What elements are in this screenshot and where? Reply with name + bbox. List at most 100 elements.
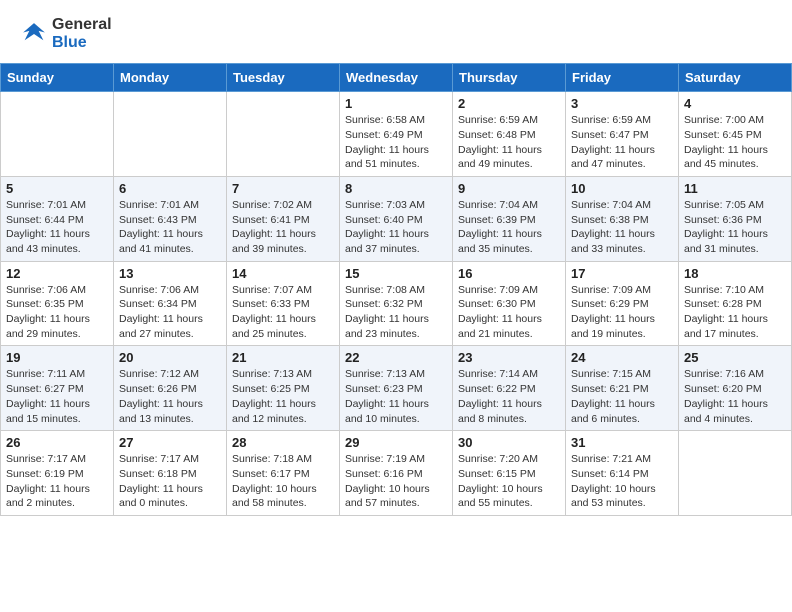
calendar-cell: 3 Sunrise: 6:59 AMSunset: 6:47 PMDaylight… <box>566 92 679 177</box>
logo-icon <box>20 20 48 48</box>
day-number: 12 <box>6 266 108 281</box>
header-tuesday: Tuesday <box>227 64 340 92</box>
day-info: Sunrise: 7:06 AMSunset: 6:34 PMDaylight:… <box>119 283 221 342</box>
day-info: Sunrise: 7:06 AMSunset: 6:35 PMDaylight:… <box>6 283 108 342</box>
calendar-cell: 20Sunrise: 7:12 AMSunset: 6:26 PMDayligh… <box>114 346 227 431</box>
calendar-cell: 22 Sunrise: 7:13 AMSunset: 6:23 PMDayligh… <box>340 346 453 431</box>
day-number: 29 <box>345 435 447 450</box>
day-info: Sunrise: 7:11 AMSunset: 6:27 PMDaylight:… <box>6 367 108 426</box>
day-info: Sunrise: 7:18 AMSunset: 6:17 PMDaylight:… <box>232 452 334 511</box>
calendar-cell: 1 Sunrise: 6:58 AMSunset: 6:49 PMDaylight… <box>340 92 453 177</box>
day-info: Sunrise: 7:05 AMSunset: 6:36 PMDaylight:… <box>684 198 786 257</box>
calendar-cell: 14Sunrise: 7:07 AMSunset: 6:33 PMDayligh… <box>227 261 340 346</box>
header-sunday: Sunday <box>1 64 114 92</box>
day-info: Sunrise: 7:13 AMSunset: 6:25 PMDaylight:… <box>232 367 334 426</box>
day-number: 24 <box>571 350 673 365</box>
day-info: Sunrise: 7:20 AMSunset: 6:15 PMDaylight:… <box>458 452 560 511</box>
day-info: Sunrise: 6:59 AMSunset: 6:47 PMDaylight:… <box>571 113 673 172</box>
day-number: 9 <box>458 181 560 196</box>
calendar-cell: 8 Sunrise: 7:03 AMSunset: 6:40 PMDaylight… <box>340 176 453 261</box>
day-number: 17 <box>571 266 673 281</box>
day-number: 8 <box>345 181 447 196</box>
calendar-cell <box>1 92 114 177</box>
calendar-cell: 13 Sunrise: 7:06 AMSunset: 6:34 PMDayligh… <box>114 261 227 346</box>
calendar-cell <box>679 431 792 516</box>
calendar-table: Sunday Monday Tuesday Wednesday Thursday… <box>0 63 792 516</box>
calendar-cell: 5 Sunrise: 7:01 AMSunset: 6:44 PMDaylight… <box>1 176 114 261</box>
day-info: Sunrise: 7:13 AMSunset: 6:23 PMDaylight:… <box>345 367 447 426</box>
day-number: 23 <box>458 350 560 365</box>
calendar-row: 26Sunrise: 7:17 AMSunset: 6:19 PMDayligh… <box>1 431 792 516</box>
calendar-cell: 16 Sunrise: 7:09 AMSunset: 6:30 PMDayligh… <box>453 261 566 346</box>
header-wednesday: Wednesday <box>340 64 453 92</box>
calendar-cell: 17 Sunrise: 7:09 AMSunset: 6:29 PMDayligh… <box>566 261 679 346</box>
day-info: Sunrise: 7:02 AMSunset: 6:41 PMDaylight:… <box>232 198 334 257</box>
logo-subtext: Blue <box>52 34 112 52</box>
calendar-row: 5 Sunrise: 7:01 AMSunset: 6:44 PMDaylight… <box>1 176 792 261</box>
page-header: General Blue <box>0 0 792 55</box>
day-number: 18 <box>684 266 786 281</box>
calendar-cell: 15Sunrise: 7:08 AMSunset: 6:32 PMDayligh… <box>340 261 453 346</box>
header-friday: Friday <box>566 64 679 92</box>
calendar-row: 12 Sunrise: 7:06 AMSunset: 6:35 PMDayligh… <box>1 261 792 346</box>
calendar-cell: 28 Sunrise: 7:18 AMSunset: 6:17 PMDayligh… <box>227 431 340 516</box>
day-info: Sunrise: 7:17 AMSunset: 6:18 PMDaylight:… <box>119 452 221 511</box>
calendar-cell: 31 Sunrise: 7:21 AMSunset: 6:14 PMDayligh… <box>566 431 679 516</box>
day-info: Sunrise: 6:58 AMSunset: 6:49 PMDaylight:… <box>345 113 447 172</box>
calendar-cell: 12 Sunrise: 7:06 AMSunset: 6:35 PMDayligh… <box>1 261 114 346</box>
day-number: 4 <box>684 96 786 111</box>
day-number: 10 <box>571 181 673 196</box>
day-info: Sunrise: 7:21 AMSunset: 6:14 PMDaylight:… <box>571 452 673 511</box>
day-number: 19 <box>6 350 108 365</box>
day-number: 13 <box>119 266 221 281</box>
logo: General Blue <box>20 16 112 51</box>
day-info: Sunrise: 7:10 AMSunset: 6:28 PMDaylight:… <box>684 283 786 342</box>
calendar-cell <box>227 92 340 177</box>
header-monday: Monday <box>114 64 227 92</box>
day-number: 21 <box>232 350 334 365</box>
calendar-cell: 29 Sunrise: 7:19 AMSunset: 6:16 PMDayligh… <box>340 431 453 516</box>
calendar-cell: 26Sunrise: 7:17 AMSunset: 6:19 PMDayligh… <box>1 431 114 516</box>
calendar-cell: 21 Sunrise: 7:13 AMSunset: 6:25 PMDayligh… <box>227 346 340 431</box>
day-info: Sunrise: 7:03 AMSunset: 6:40 PMDaylight:… <box>345 198 447 257</box>
header-saturday: Saturday <box>679 64 792 92</box>
logo-text: General <box>52 16 112 34</box>
calendar-cell: 19 Sunrise: 7:11 AMSunset: 6:27 PMDayligh… <box>1 346 114 431</box>
calendar-cell: 24 Sunrise: 7:15 AMSunset: 6:21 PMDayligh… <box>566 346 679 431</box>
calendar-row: 19 Sunrise: 7:11 AMSunset: 6:27 PMDayligh… <box>1 346 792 431</box>
calendar-cell: 9Sunrise: 7:04 AMSunset: 6:39 PMDaylight… <box>453 176 566 261</box>
calendar-cell: 23Sunrise: 7:14 AMSunset: 6:22 PMDayligh… <box>453 346 566 431</box>
day-number: 1 <box>345 96 447 111</box>
day-number: 3 <box>571 96 673 111</box>
day-number: 26 <box>6 435 108 450</box>
day-info: Sunrise: 7:09 AMSunset: 6:29 PMDaylight:… <box>571 283 673 342</box>
day-number: 5 <box>6 181 108 196</box>
day-info: Sunrise: 7:01 AMSunset: 6:43 PMDaylight:… <box>119 198 221 257</box>
calendar-cell: 7 Sunrise: 7:02 AMSunset: 6:41 PMDaylight… <box>227 176 340 261</box>
calendar-cell: 2Sunrise: 6:59 AMSunset: 6:48 PMDaylight… <box>453 92 566 177</box>
calendar-cell: 27Sunrise: 7:17 AMSunset: 6:18 PMDayligh… <box>114 431 227 516</box>
calendar-cell: 11Sunrise: 7:05 AMSunset: 6:36 PMDayligh… <box>679 176 792 261</box>
day-number: 25 <box>684 350 786 365</box>
day-info: Sunrise: 7:19 AMSunset: 6:16 PMDaylight:… <box>345 452 447 511</box>
calendar-row: 1 Sunrise: 6:58 AMSunset: 6:49 PMDaylight… <box>1 92 792 177</box>
day-info: Sunrise: 7:09 AMSunset: 6:30 PMDaylight:… <box>458 283 560 342</box>
day-number: 28 <box>232 435 334 450</box>
day-number: 16 <box>458 266 560 281</box>
calendar-cell: 6Sunrise: 7:01 AMSunset: 6:43 PMDaylight… <box>114 176 227 261</box>
calendar-cell: 10Sunrise: 7:04 AMSunset: 6:38 PMDayligh… <box>566 176 679 261</box>
day-number: 31 <box>571 435 673 450</box>
day-number: 30 <box>458 435 560 450</box>
header-thursday: Thursday <box>453 64 566 92</box>
calendar-cell: 30 Sunrise: 7:20 AMSunset: 6:15 PMDayligh… <box>453 431 566 516</box>
day-number: 14 <box>232 266 334 281</box>
day-number: 20 <box>119 350 221 365</box>
day-info: Sunrise: 7:01 AMSunset: 6:44 PMDaylight:… <box>6 198 108 257</box>
day-info: Sunrise: 6:59 AMSunset: 6:48 PMDaylight:… <box>458 113 560 172</box>
day-info: Sunrise: 7:16 AMSunset: 6:20 PMDaylight:… <box>684 367 786 426</box>
day-number: 7 <box>232 181 334 196</box>
calendar-cell <box>114 92 227 177</box>
day-number: 22 <box>345 350 447 365</box>
day-info: Sunrise: 7:15 AMSunset: 6:21 PMDaylight:… <box>571 367 673 426</box>
calendar-header-row: Sunday Monday Tuesday Wednesday Thursday… <box>1 64 792 92</box>
